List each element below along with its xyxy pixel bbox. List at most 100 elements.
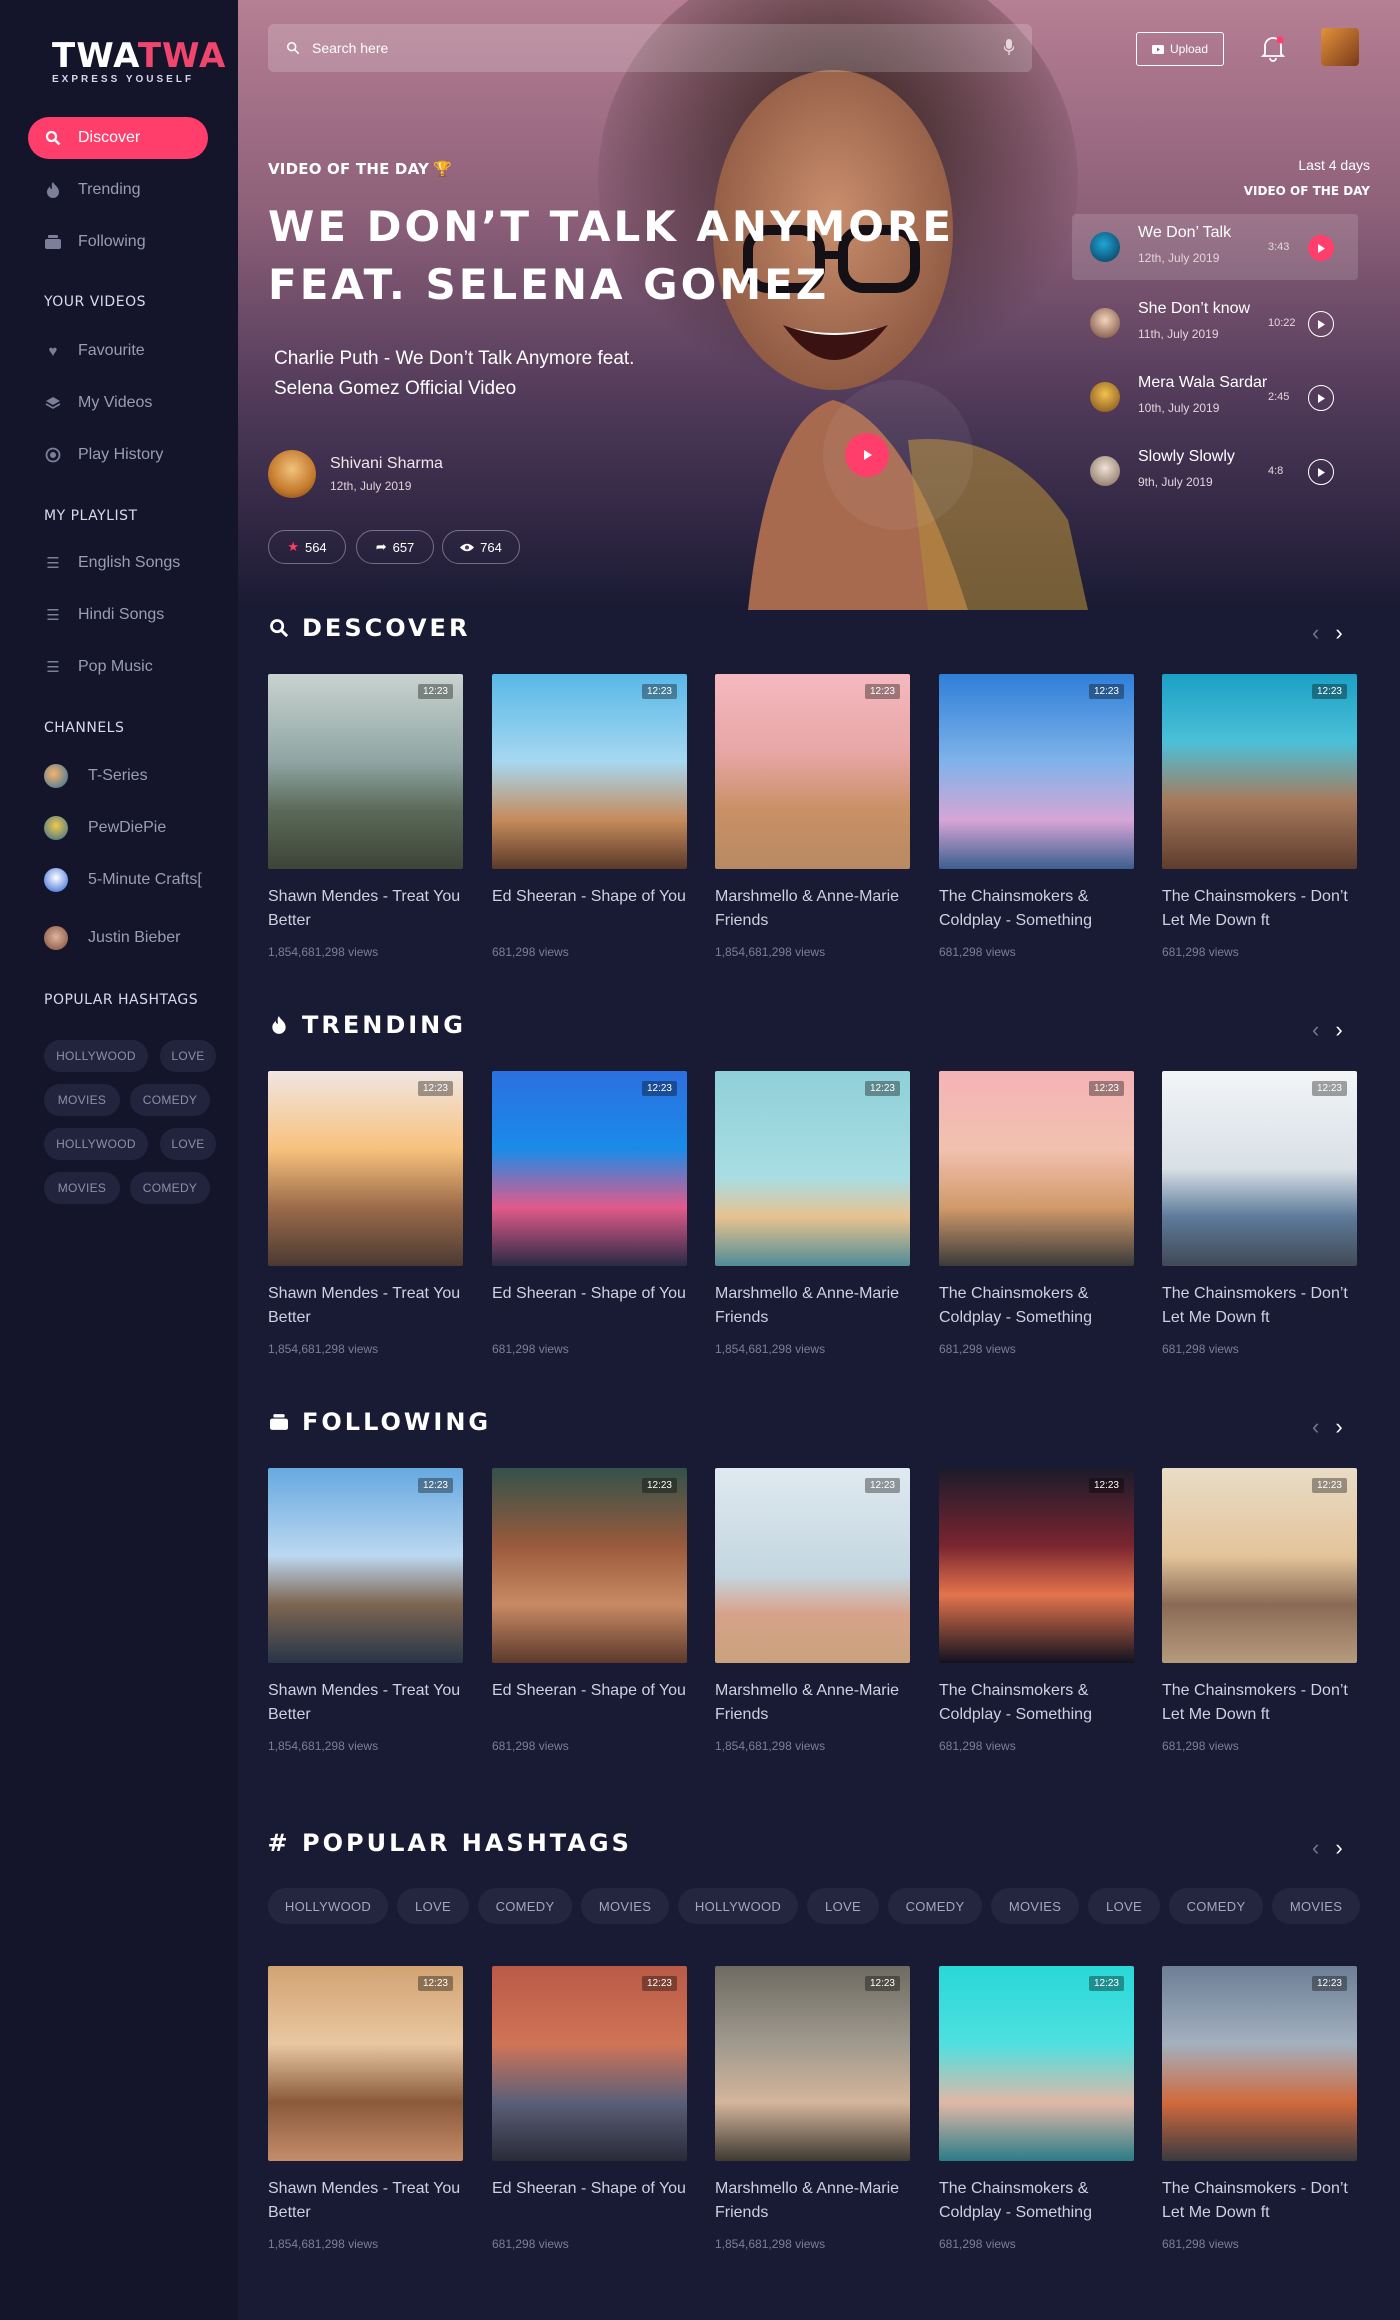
- hashtag-pill[interactable]: MOVIES: [581, 1888, 669, 1924]
- channel-t-series[interactable]: T-Series: [44, 764, 148, 788]
- video-title[interactable]: The Chainsmokers - Don’t Let Me Down ft: [1162, 885, 1357, 933]
- playlist-item[interactable]: We Don’ Talk 12th, July 2019 3:43: [1072, 214, 1358, 280]
- video-thumbnail[interactable]: 12:23: [939, 1071, 1134, 1266]
- hero-author[interactable]: Shivani Sharma 12th, July 2019: [268, 450, 443, 498]
- chevron-right-icon[interactable]: ›: [1335, 620, 1342, 646]
- video-card[interactable]: 12:23 Marshmello & Anne-Marie Friends 1,85…: [715, 1966, 910, 2251]
- video-title[interactable]: The Chainsmokers - Don’t Let Me Down ft: [1162, 2177, 1357, 2225]
- hashtag-pill[interactable]: HOLLYWOOD: [268, 1888, 388, 1924]
- video-card[interactable]: 12:23 Ed Sheeran - Shape of You 681,298 vi…: [492, 1468, 687, 1753]
- chevron-left-icon[interactable]: ‹: [1312, 1414, 1319, 1440]
- playlist-english-songs[interactable]: ☰ English Songs: [28, 542, 208, 584]
- video-card[interactable]: 12:23 Ed Sheeran - Shape of You 681,298 vi…: [492, 674, 687, 959]
- video-card[interactable]: 12:23 Shawn Mendes - Treat You Better 1,85…: [268, 1071, 463, 1356]
- video-title[interactable]: The Chainsmokers & Coldplay - Something: [939, 885, 1134, 933]
- video-card[interactable]: 12:23 Marshmello & Anne-Marie Friends 1,85…: [715, 1468, 910, 1753]
- video-thumbnail[interactable]: 12:23: [1162, 1468, 1357, 1663]
- nav-discover[interactable]: Discover: [28, 117, 208, 159]
- video-thumbnail[interactable]: 12:23: [939, 1966, 1134, 2161]
- hashtag-pill[interactable]: COMEDY: [1169, 1888, 1263, 1924]
- sidebar-hashtag[interactable]: COMEDY: [130, 1084, 210, 1116]
- hashtag-pill[interactable]: COMEDY: [888, 1888, 982, 1924]
- hero-play-button[interactable]: [845, 433, 889, 477]
- video-thumbnail[interactable]: 12:23: [492, 1966, 687, 2161]
- video-thumbnail[interactable]: 12:23: [1162, 1071, 1357, 1266]
- video-thumbnail[interactable]: 12:23: [268, 1966, 463, 2161]
- video-thumbnail[interactable]: 12:23: [939, 674, 1134, 869]
- video-card[interactable]: 12:23 The Chainsmokers & Coldplay - Somet…: [939, 1468, 1134, 1753]
- chevron-right-icon[interactable]: ›: [1335, 1414, 1342, 1440]
- nav-my-videos[interactable]: My Videos: [28, 382, 208, 424]
- likes-stat[interactable]: ★ 564: [268, 530, 346, 564]
- video-card[interactable]: 12:23 Marshmello & Anne-Marie Friends 1,85…: [715, 1071, 910, 1356]
- playlist-pop-music[interactable]: ☰ Pop Music: [28, 646, 208, 688]
- logo[interactable]: TWATWA: [52, 36, 226, 76]
- video-title[interactable]: Shawn Mendes - Treat You Better: [268, 2177, 463, 2225]
- video-thumbnail[interactable]: 12:23: [268, 1071, 463, 1266]
- video-title[interactable]: The Chainsmokers - Don’t Let Me Down ft: [1162, 1282, 1357, 1330]
- playlist-hindi-songs[interactable]: ☰ Hindi Songs: [28, 594, 208, 636]
- video-title[interactable]: Marshmello & Anne-Marie Friends: [715, 885, 910, 933]
- playlist-item[interactable]: Mera Wala Sardar 10th, July 2019 2:45: [1072, 364, 1358, 430]
- nav-favourite[interactable]: ♥ Favourite: [28, 330, 208, 372]
- nav-play-history[interactable]: Play History: [28, 434, 208, 476]
- video-card[interactable]: 12:23 Ed Sheeran - Shape of You 681,298 vi…: [492, 1071, 687, 1356]
- video-card[interactable]: 12:23 Shawn Mendes - Treat You Better 1,85…: [268, 674, 463, 959]
- playlist-item[interactable]: She Don’t know 11th, July 2019 10:22: [1072, 290, 1358, 356]
- video-card[interactable]: 12:23 The Chainsmokers - Don’t Let Me Dow…: [1162, 1071, 1357, 1356]
- sidebar-hashtag[interactable]: MOVIES: [44, 1172, 120, 1204]
- video-title[interactable]: The Chainsmokers - Don’t Let Me Down ft: [1162, 1679, 1357, 1727]
- video-card[interactable]: 12:23 The Chainsmokers - Don’t Let Me Dow…: [1162, 674, 1357, 959]
- video-card[interactable]: 12:23 The Chainsmokers & Coldplay - Somet…: [939, 1071, 1134, 1356]
- video-thumbnail[interactable]: 12:23: [1162, 1966, 1357, 2161]
- video-card[interactable]: 12:23 Marshmello & Anne-Marie Friends 1,85…: [715, 674, 910, 959]
- video-card[interactable]: 12:23 Shawn Mendes - Treat You Better 1,85…: [268, 1966, 463, 2251]
- chevron-left-icon[interactable]: ‹: [1312, 1835, 1319, 1861]
- bell-icon[interactable]: [1260, 34, 1286, 62]
- channel-justin-bieber[interactable]: Justin Bieber: [44, 926, 181, 950]
- sidebar-hashtag[interactable]: LOVE: [160, 1128, 216, 1160]
- hashtag-pill[interactable]: LOVE: [397, 1888, 469, 1924]
- video-title[interactable]: The Chainsmokers & Coldplay - Something: [939, 1282, 1134, 1330]
- video-title[interactable]: The Chainsmokers & Coldplay - Something: [939, 1679, 1134, 1727]
- hashtag-pill[interactable]: MOVIES: [1272, 1888, 1360, 1924]
- nav-following[interactable]: Following: [28, 221, 208, 263]
- channel-pewdiepie[interactable]: PewDiePie: [44, 816, 166, 840]
- video-thumbnail[interactable]: 12:23: [939, 1468, 1134, 1663]
- playlist-play-button[interactable]: [1308, 235, 1334, 261]
- video-title[interactable]: Marshmello & Anne-Marie Friends: [715, 1679, 910, 1727]
- video-thumbnail[interactable]: 12:23: [268, 674, 463, 869]
- video-title[interactable]: Ed Sheeran - Shape of You: [492, 1282, 687, 1330]
- video-title[interactable]: Ed Sheeran - Shape of You: [492, 2177, 687, 2225]
- video-card[interactable]: 12:23 The Chainsmokers - Don’t Let Me Dow…: [1162, 1468, 1357, 1753]
- video-thumbnail[interactable]: 12:23: [715, 1468, 910, 1663]
- video-title[interactable]: Ed Sheeran - Shape of You: [492, 885, 687, 933]
- video-thumbnail[interactable]: 12:23: [492, 1468, 687, 1663]
- sidebar-hashtag[interactable]: LOVE: [160, 1040, 216, 1072]
- video-title[interactable]: Shawn Mendes - Treat You Better: [268, 1679, 463, 1727]
- video-title[interactable]: Marshmello & Anne-Marie Friends: [715, 2177, 910, 2225]
- sidebar-hashtag[interactable]: MOVIES: [44, 1084, 120, 1116]
- views-stat[interactable]: 764: [442, 530, 520, 564]
- search-input[interactable]: Search here: [312, 40, 388, 56]
- hashtag-pill[interactable]: LOVE: [807, 1888, 879, 1924]
- playlist-play-button[interactable]: [1308, 459, 1334, 485]
- upload-button[interactable]: Upload: [1136, 32, 1224, 66]
- video-thumbnail[interactable]: 12:23: [492, 1071, 687, 1266]
- sidebar-hashtag[interactable]: COMEDY: [130, 1172, 210, 1204]
- playlist-item[interactable]: Slowly Slowly 9th, July 2019 4:8: [1072, 438, 1358, 504]
- video-card[interactable]: 12:23 Shawn Mendes - Treat You Better 1,85…: [268, 1468, 463, 1753]
- playlist-play-button[interactable]: [1308, 385, 1334, 411]
- video-card[interactable]: 12:23 The Chainsmokers & Coldplay - Somet…: [939, 1966, 1134, 2251]
- chevron-right-icon[interactable]: ›: [1335, 1017, 1342, 1043]
- video-thumbnail[interactable]: 12:23: [1162, 674, 1357, 869]
- sidebar-hashtag[interactable]: HOLLYWOOD: [44, 1128, 148, 1160]
- video-thumbnail[interactable]: 12:23: [268, 1468, 463, 1663]
- user-avatar[interactable]: [1321, 28, 1359, 66]
- microphone-icon[interactable]: [1003, 39, 1015, 60]
- video-title[interactable]: The Chainsmokers & Coldplay - Something: [939, 2177, 1134, 2225]
- video-title[interactable]: Shawn Mendes - Treat You Better: [268, 1282, 463, 1330]
- video-thumbnail[interactable]: 12:23: [715, 674, 910, 869]
- search-bar[interactable]: Search here: [268, 24, 1032, 72]
- hashtag-pill[interactable]: MOVIES: [991, 1888, 1079, 1924]
